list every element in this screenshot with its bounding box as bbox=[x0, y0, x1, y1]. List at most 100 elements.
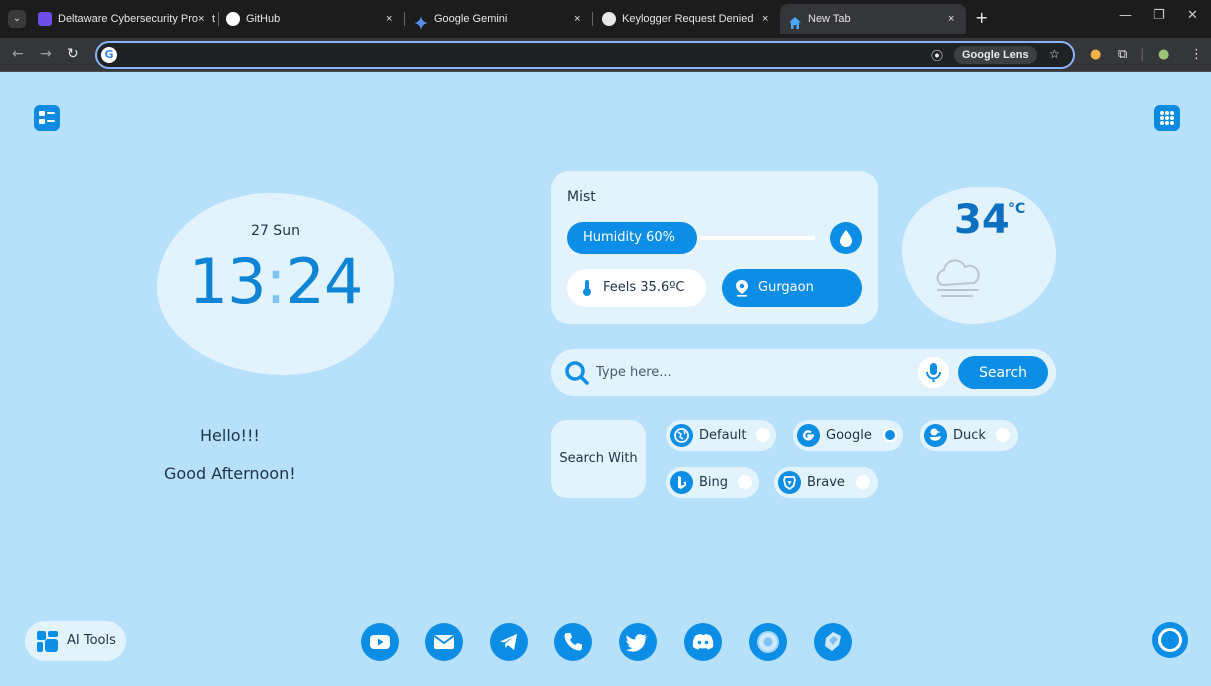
thermometer-icon bbox=[583, 280, 591, 296]
tab-separator bbox=[218, 12, 219, 26]
bookmark-star-icon[interactable]: ☆ bbox=[1049, 47, 1060, 61]
tab-search-button[interactable]: ⌄ bbox=[8, 10, 26, 28]
chromium-shortcut[interactable] bbox=[749, 623, 787, 661]
browser-toolbar: ← → ↻ G ⦿ Google Lens ☆ ● ⧉ | ● ⋮ bbox=[0, 38, 1211, 72]
greeting-hello: Hello!!! bbox=[200, 426, 260, 445]
humidity-track bbox=[697, 236, 815, 240]
tab-separator bbox=[592, 12, 593, 26]
search-button[interactable]: Search bbox=[958, 356, 1048, 389]
tab-close-button[interactable]: × bbox=[198, 4, 212, 34]
tab-title: GitHub bbox=[246, 13, 281, 25]
minimize-icon[interactable]: — bbox=[1119, 8, 1132, 23]
engine-option-duck[interactable]: Duck bbox=[920, 420, 1018, 451]
duck-icon bbox=[924, 424, 947, 447]
engine-radio[interactable] bbox=[856, 475, 870, 489]
youtube-icon bbox=[370, 635, 390, 649]
twitter-shortcut[interactable] bbox=[619, 623, 657, 661]
todo-list-button[interactable] bbox=[34, 105, 60, 131]
github-icon bbox=[226, 12, 240, 26]
checklist-icon bbox=[39, 111, 55, 124]
feels-like-text: Feels 35.6ºC bbox=[603, 280, 685, 295]
more-menu-icon[interactable]: ⋮ bbox=[1190, 47, 1203, 62]
window-close-icon[interactable]: ✕ bbox=[1187, 8, 1198, 23]
close-icon[interactable]: × bbox=[762, 4, 768, 34]
tab-title: Keylogger Request Denied bbox=[622, 13, 754, 25]
reload-icon[interactable]: ↻ bbox=[67, 46, 79, 62]
google-lens-label: Google Lens bbox=[962, 49, 1029, 61]
cloud-icon bbox=[936, 259, 980, 297]
feels-like-pill: Feels 35.6ºC bbox=[567, 269, 706, 307]
tab-strip: ⌄ Deltaware Cybersecurity Project × GitH… bbox=[0, 0, 1211, 38]
gemini-shortcut[interactable] bbox=[814, 623, 852, 661]
water-drop-icon bbox=[840, 230, 852, 247]
engine-option-google[interactable]: Google bbox=[793, 420, 903, 451]
engine-option-brave[interactable]: Brave bbox=[774, 467, 878, 498]
tab-title: Deltaware Cybersecurity Project bbox=[58, 13, 216, 25]
clock-date: 27 Sun bbox=[251, 223, 300, 239]
engine-radio-selected[interactable] bbox=[883, 428, 897, 442]
brave-icon bbox=[778, 471, 801, 494]
engine-radio[interactable] bbox=[756, 428, 770, 442]
search-with-label: Search With bbox=[551, 420, 646, 498]
tab-deltaware[interactable]: Deltaware Cybersecurity Project bbox=[38, 4, 223, 34]
profile-avatar-icon[interactable]: ● bbox=[1158, 47, 1169, 62]
microphone-icon bbox=[926, 363, 941, 382]
clock-colon: : bbox=[265, 245, 287, 318]
tab-gemini[interactable]: Google Gemini × bbox=[414, 4, 594, 34]
new-tab-page: 27 Sun 13:24 Hello!!! Good Afternoon! Mi… bbox=[0, 73, 1211, 686]
apps-grid-icon bbox=[1160, 111, 1174, 125]
google-lens-button[interactable]: Google Lens bbox=[954, 46, 1037, 64]
tab-title: Google Gemini bbox=[434, 13, 508, 25]
toolbar-separator: | bbox=[1140, 47, 1145, 62]
temperature-value: 34 bbox=[954, 197, 1010, 243]
close-icon[interactable]: × bbox=[574, 4, 580, 34]
tab-separator bbox=[404, 12, 405, 26]
twitter-icon bbox=[626, 634, 647, 652]
ai-tools-button[interactable]: AI Tools bbox=[25, 621, 126, 661]
engine-radio[interactable] bbox=[738, 475, 752, 489]
mail-shortcut[interactable] bbox=[425, 623, 463, 661]
extension-icon[interactable]: ● bbox=[1090, 47, 1101, 62]
engine-radio[interactable] bbox=[996, 428, 1010, 442]
tab-new-tab[interactable]: New Tab × bbox=[780, 4, 966, 34]
new-tab-button[interactable]: + bbox=[975, 8, 988, 27]
greeting-time-of-day: Good Afternoon! bbox=[164, 464, 296, 483]
close-icon[interactable]: × bbox=[198, 13, 204, 25]
google-icon bbox=[797, 424, 820, 447]
google-icon: G bbox=[101, 47, 117, 63]
weather-condition: Mist bbox=[567, 189, 596, 205]
gemini-icon bbox=[825, 632, 841, 651]
forward-icon[interactable]: → bbox=[40, 46, 52, 62]
chatgpt-icon bbox=[602, 12, 616, 26]
tab-keylogger[interactable]: Keylogger Request Denied × bbox=[602, 4, 778, 34]
engine-label: Google bbox=[826, 428, 872, 443]
location-icon[interactable]: ⦿ bbox=[931, 47, 943, 64]
assistant-button[interactable] bbox=[1152, 622, 1188, 658]
voice-search-button[interactable] bbox=[918, 357, 949, 388]
whatsapp-icon bbox=[564, 633, 582, 651]
location-pin-icon bbox=[736, 280, 748, 297]
mail-icon bbox=[433, 635, 455, 649]
restore-icon[interactable]: ❐ bbox=[1153, 8, 1165, 23]
weather-card: Mist Humidity 60% Feels 35.6ºC Gurgaon bbox=[551, 171, 878, 324]
whatsapp-shortcut[interactable] bbox=[554, 623, 592, 661]
engine-label: Duck bbox=[953, 428, 986, 443]
tab-title: New Tab bbox=[808, 13, 851, 25]
humidity-button[interactable] bbox=[830, 222, 862, 254]
address-bar[interactable]: G ⦿ Google Lens ☆ bbox=[95, 41, 1075, 69]
location-button[interactable]: Gurgaon bbox=[722, 269, 862, 307]
back-icon[interactable]: ← bbox=[12, 46, 24, 62]
engine-option-default[interactable]: Default bbox=[666, 420, 776, 451]
youtube-shortcut[interactable] bbox=[361, 623, 399, 661]
discord-shortcut[interactable] bbox=[684, 623, 722, 661]
apps-grid-button[interactable] bbox=[1154, 105, 1180, 131]
search-input[interactable] bbox=[596, 361, 896, 383]
tab-github[interactable]: GitHub × bbox=[226, 4, 406, 34]
telegram-shortcut[interactable] bbox=[490, 623, 528, 661]
engine-option-bing[interactable]: Bing bbox=[666, 467, 759, 498]
globe-icon bbox=[670, 424, 693, 447]
close-icon[interactable]: × bbox=[386, 4, 392, 34]
extensions-puzzle-icon[interactable]: ⧉ bbox=[1118, 47, 1127, 62]
engine-label: Default bbox=[699, 428, 747, 443]
close-icon[interactable]: × bbox=[948, 4, 954, 34]
